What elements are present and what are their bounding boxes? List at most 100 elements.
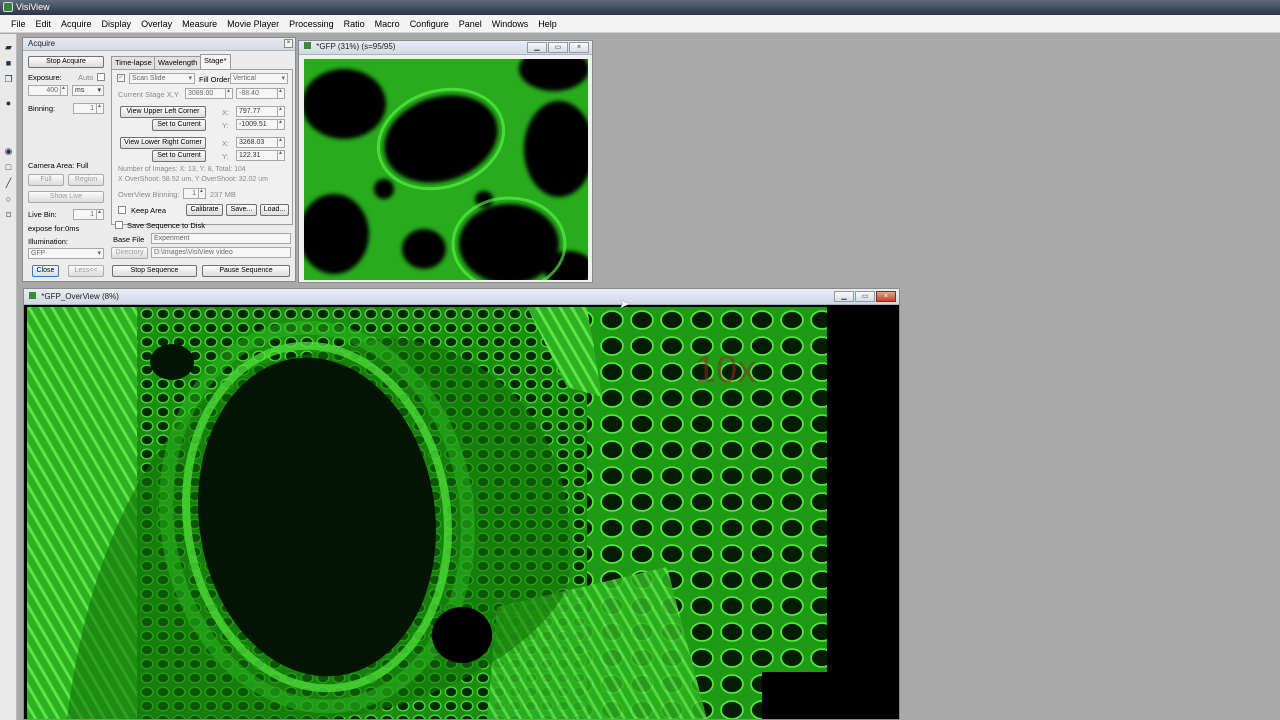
overview-binning-input[interactable]: 1▲▼: [183, 188, 206, 199]
number-of-images-label: Number of Images: X: 13, Y: 8, Total: 10…: [118, 166, 246, 173]
ul-x-label: X:: [222, 108, 230, 117]
pause-sequence-button[interactable]: Pause Sequence: [202, 265, 290, 277]
ul-y-label: Y:: [222, 121, 229, 130]
camera-tool-icon[interactable]: ◉: [3, 146, 14, 157]
region-button[interactable]: Region: [68, 174, 104, 186]
keep-area-checkbox[interactable]: [118, 206, 126, 214]
gfp-image-canvas[interactable]: [304, 59, 588, 280]
maximize-icon[interactable]: ▭: [855, 291, 875, 302]
spinner-icon[interactable]: ▲▼: [277, 89, 284, 98]
open-folder-icon[interactable]: ▰: [3, 42, 14, 53]
fill-order-select[interactable]: Vertical ▾: [230, 73, 288, 84]
illumination-select[interactable]: GFP ▾: [28, 248, 104, 259]
info-icon[interactable]: ●: [3, 98, 14, 109]
directory-value: D:\Images\VisiView video: [154, 249, 233, 256]
directory-button[interactable]: Directory: [111, 247, 148, 259]
scan-slide-checkbox[interactable]: ✓: [117, 74, 125, 82]
menu-display[interactable]: Display: [97, 19, 137, 29]
spinner-icon[interactable]: ▲▼: [96, 104, 103, 113]
lr-x-value: 3268.03: [239, 139, 265, 146]
illumination-value: GFP: [31, 250, 46, 257]
menu-processing[interactable]: Processing: [284, 19, 339, 29]
exposure-input[interactable]: 400▲▼: [28, 85, 68, 96]
spinner-icon[interactable]: ▲▼: [60, 86, 67, 95]
spinner-icon[interactable]: ▲▼: [277, 151, 284, 160]
overshoot-label: X OverShoot: 58.52 um, Y OverShoot: 32.0…: [118, 176, 268, 183]
load-button[interactable]: Load...: [260, 204, 289, 216]
menu-panel[interactable]: Panel: [454, 19, 487, 29]
menu-movie-player[interactable]: Movie Player: [222, 19, 284, 29]
mouse-cursor-icon: ➤: [619, 296, 630, 311]
fill-order-value: Vertical: [233, 75, 256, 82]
menu-edit[interactable]: Edit: [31, 19, 57, 29]
full-button[interactable]: Full: [28, 174, 64, 186]
app-logo-icon: [3, 2, 13, 12]
view-upper-left-button[interactable]: View Upper Left Corner: [120, 106, 206, 118]
save-disk-icon[interactable]: ■: [3, 58, 14, 69]
view-lower-right-button[interactable]: View Lower Right Corner: [120, 137, 206, 149]
exposure-unit-select[interactable]: ms ▾: [72, 85, 104, 96]
stage-y-field: -88.40 ▲▼: [236, 88, 285, 99]
menu-measure[interactable]: Measure: [177, 19, 222, 29]
lower-right-x-input[interactable]: 3268.03 ▲▼: [236, 137, 285, 148]
menu-file[interactable]: File: [6, 19, 31, 29]
set-upper-left-button[interactable]: Set to Current: [152, 119, 206, 131]
tab-wavelength[interactable]: Wavelength: [154, 56, 202, 69]
stop-sequence-button[interactable]: Stop Sequence: [112, 265, 197, 277]
scan-mode-select[interactable]: Scan Slide ▾: [129, 73, 195, 84]
calibrate-button[interactable]: Calibrate: [186, 204, 223, 216]
stop-acquire-button[interactable]: Stop Acquire: [28, 56, 104, 68]
spinner-icon[interactable]: ▲▼: [96, 210, 103, 219]
spinner-icon[interactable]: ▲▼: [277, 120, 284, 129]
base-file-input[interactable]: Experiment: [151, 233, 291, 244]
show-live-button[interactable]: Show Live: [28, 191, 104, 203]
lower-right-y-input[interactable]: 122.31 ▲▼: [236, 150, 285, 161]
close-icon[interactable]: ×: [284, 39, 293, 48]
close-button[interactable]: Close: [32, 265, 59, 277]
binning-label: Binning:: [28, 104, 56, 113]
menu-macro[interactable]: Macro: [370, 19, 405, 29]
spinner-icon[interactable]: ▲▼: [277, 107, 284, 116]
menu-overlay[interactable]: Overlay: [136, 19, 177, 29]
menu-acquire[interactable]: Acquire: [56, 19, 97, 29]
stage-tab-panel: Time-lapse Wavelength Stage* ✓ Scan Slid…: [111, 52, 293, 225]
copy-icon[interactable]: ❐: [3, 74, 14, 85]
minimize-icon[interactable]: ▁: [527, 42, 547, 53]
spinner-icon[interactable]: ▲▼: [277, 138, 284, 147]
polygon-tool-icon[interactable]: ⌑: [3, 210, 14, 221]
live-bin-input[interactable]: 1▲▼: [73, 209, 104, 220]
auto-exposure-checkbox[interactable]: [97, 73, 105, 81]
live-bin-value: 1: [90, 211, 94, 218]
close-icon[interactable]: ×: [876, 291, 896, 302]
tab-stage[interactable]: Stage*: [200, 54, 231, 69]
menu-ratio[interactable]: Ratio: [339, 19, 370, 29]
scan-slide-value: Scan Slide: [132, 75, 166, 82]
rectangle-tool-icon[interactable]: □: [3, 162, 14, 173]
less-button[interactable]: Less<<: [68, 265, 104, 277]
save-sequence-checkbox[interactable]: [115, 221, 123, 229]
minimize-icon[interactable]: ▁: [834, 291, 854, 302]
directory-input[interactable]: D:\Images\VisiView video: [151, 247, 291, 258]
acquire-dialog: Acquire × Stop Acquire Exposure: Auto 40…: [22, 37, 296, 282]
ul-y-value: -1009.51: [239, 121, 267, 128]
menu-configure[interactable]: Configure: [405, 19, 454, 29]
stage-y-value: -88.40: [239, 90, 259, 97]
menu-help[interactable]: Help: [533, 19, 562, 29]
ul-x-value: 797.77: [239, 108, 261, 115]
upper-left-x-input[interactable]: 797.77 ▲▼: [236, 106, 285, 117]
save-button[interactable]: Save...: [226, 204, 257, 216]
ellipse-tool-icon[interactable]: ○: [3, 194, 14, 205]
spinner-icon[interactable]: ▲▼: [225, 89, 232, 98]
upper-left-y-input[interactable]: -1009.51 ▲▼: [236, 119, 285, 130]
spinner-icon[interactable]: ▲▼: [198, 189, 205, 198]
tab-time-lapse[interactable]: Time-lapse: [111, 56, 156, 69]
set-lower-right-button[interactable]: Set to Current: [152, 150, 206, 162]
base-file-value: Experiment: [154, 235, 190, 242]
maximize-icon[interactable]: ▭: [548, 42, 568, 53]
menu-windows[interactable]: Windows: [487, 19, 534, 29]
binning-input[interactable]: 1▲▼: [73, 103, 104, 114]
line-tool-icon[interactable]: ╱: [3, 178, 14, 189]
overview-image-canvas[interactable]: 10x: [27, 307, 897, 719]
fill-order-label: Fill Order:: [199, 75, 232, 84]
close-icon[interactable]: ×: [569, 42, 589, 53]
